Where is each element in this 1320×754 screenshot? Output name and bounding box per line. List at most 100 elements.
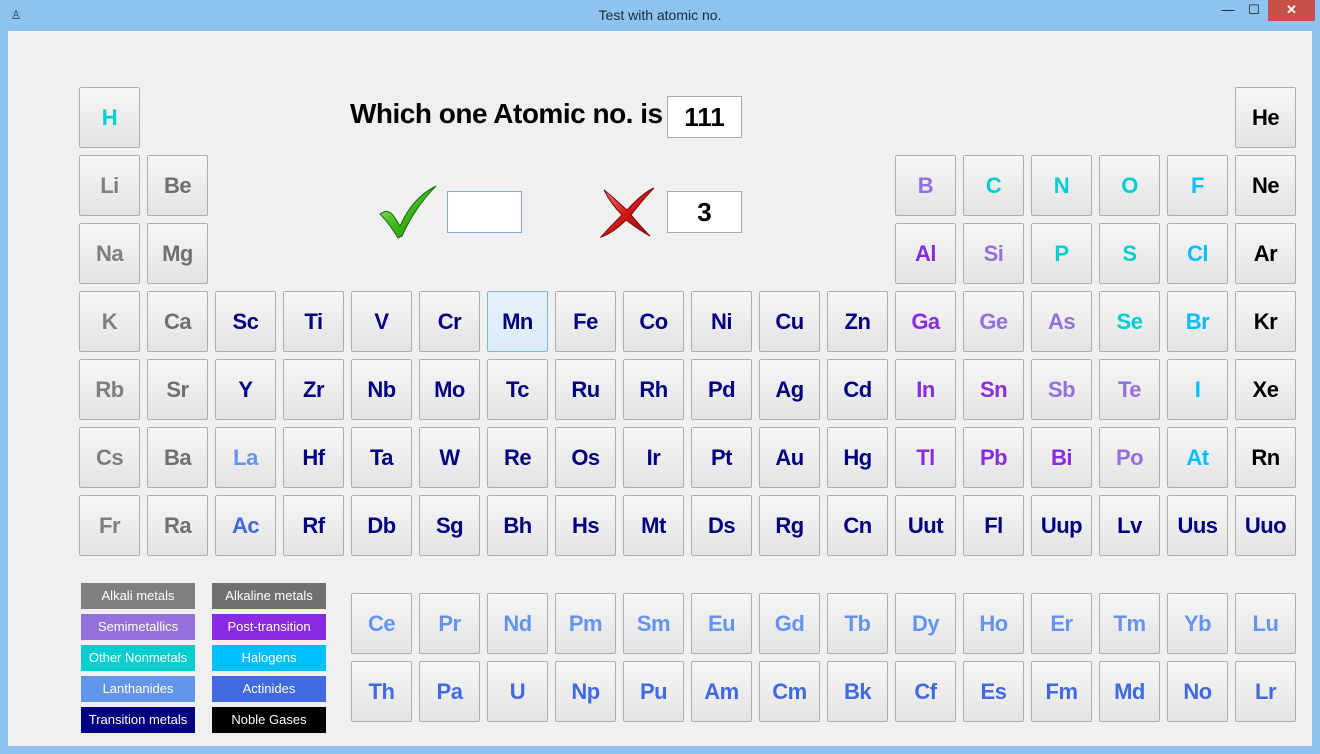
element-u-button[interactable]: U: [487, 661, 548, 722]
element-w-button[interactable]: W: [419, 427, 480, 488]
element-rb-button[interactable]: Rb: [79, 359, 140, 420]
element-fr-button[interactable]: Fr: [79, 495, 140, 556]
element-fm-button[interactable]: Fm: [1031, 661, 1092, 722]
element-dy-button[interactable]: Dy: [895, 593, 956, 654]
element-pa-button[interactable]: Pa: [419, 661, 480, 722]
element-zn-button[interactable]: Zn: [827, 291, 888, 352]
element-sc-button[interactable]: Sc: [215, 291, 276, 352]
element-tm-button[interactable]: Tm: [1099, 593, 1160, 654]
element-na-button[interactable]: Na: [79, 223, 140, 284]
element-hf-button[interactable]: Hf: [283, 427, 344, 488]
element-ag-button[interactable]: Ag: [759, 359, 820, 420]
element-gd-button[interactable]: Gd: [759, 593, 820, 654]
element-b-button[interactable]: B: [895, 155, 956, 216]
element-no-button[interactable]: No: [1167, 661, 1228, 722]
element-yb-button[interactable]: Yb: [1167, 593, 1228, 654]
element-cr-button[interactable]: Cr: [419, 291, 480, 352]
element-cf-button[interactable]: Cf: [895, 661, 956, 722]
element-tl-button[interactable]: Tl: [895, 427, 956, 488]
element-rg-button[interactable]: Rg: [759, 495, 820, 556]
element-mo-button[interactable]: Mo: [419, 359, 480, 420]
element-ce-button[interactable]: Ce: [351, 593, 412, 654]
element-ac-button[interactable]: Ac: [215, 495, 276, 556]
element-p-button[interactable]: P: [1031, 223, 1092, 284]
element-li-button[interactable]: Li: [79, 155, 140, 216]
element-er-button[interactable]: Er: [1031, 593, 1092, 654]
element-as-button[interactable]: As: [1031, 291, 1092, 352]
element-tb-button[interactable]: Tb: [827, 593, 888, 654]
element-pm-button[interactable]: Pm: [555, 593, 616, 654]
element-c-button[interactable]: C: [963, 155, 1024, 216]
element-k-button[interactable]: K: [79, 291, 140, 352]
element-bi-button[interactable]: Bi: [1031, 427, 1092, 488]
element-pt-button[interactable]: Pt: [691, 427, 752, 488]
element-ta-button[interactable]: Ta: [351, 427, 412, 488]
element-rf-button[interactable]: Rf: [283, 495, 344, 556]
element-fe-button[interactable]: Fe: [555, 291, 616, 352]
element-v-button[interactable]: V: [351, 291, 412, 352]
answer-input[interactable]: [447, 191, 522, 233]
element-uut-button[interactable]: Uut: [895, 495, 956, 556]
element-db-button[interactable]: Db: [351, 495, 412, 556]
element-hg-button[interactable]: Hg: [827, 427, 888, 488]
element-pr-button[interactable]: Pr: [419, 593, 480, 654]
element-f-button[interactable]: F: [1167, 155, 1228, 216]
element-re-button[interactable]: Re: [487, 427, 548, 488]
element-br-button[interactable]: Br: [1167, 291, 1228, 352]
element-es-button[interactable]: Es: [963, 661, 1024, 722]
element-hs-button[interactable]: Hs: [555, 495, 616, 556]
element-mg-button[interactable]: Mg: [147, 223, 208, 284]
element-fl-button[interactable]: Fl: [963, 495, 1024, 556]
element-zr-button[interactable]: Zr: [283, 359, 344, 420]
element-rh-button[interactable]: Rh: [623, 359, 684, 420]
element-he-button[interactable]: He: [1235, 87, 1296, 148]
element-la-button[interactable]: La: [215, 427, 276, 488]
element-ba-button[interactable]: Ba: [147, 427, 208, 488]
element-co-button[interactable]: Co: [623, 291, 684, 352]
element-cn-button[interactable]: Cn: [827, 495, 888, 556]
element-np-button[interactable]: Np: [555, 661, 616, 722]
element-cu-button[interactable]: Cu: [759, 291, 820, 352]
element-sg-button[interactable]: Sg: [419, 495, 480, 556]
element-si-button[interactable]: Si: [963, 223, 1024, 284]
maximize-button[interactable]: ☐: [1241, 0, 1267, 21]
element-th-button[interactable]: Th: [351, 661, 412, 722]
element-au-button[interactable]: Au: [759, 427, 820, 488]
close-button[interactable]: ✕: [1268, 0, 1315, 21]
element-at-button[interactable]: At: [1167, 427, 1228, 488]
element-ar-button[interactable]: Ar: [1235, 223, 1296, 284]
element-bk-button[interactable]: Bk: [827, 661, 888, 722]
element-os-button[interactable]: Os: [555, 427, 616, 488]
element-ra-button[interactable]: Ra: [147, 495, 208, 556]
element-ho-button[interactable]: Ho: [963, 593, 1024, 654]
element-ni-button[interactable]: Ni: [691, 291, 752, 352]
element-pd-button[interactable]: Pd: [691, 359, 752, 420]
element-lu-button[interactable]: Lu: [1235, 593, 1296, 654]
element-ne-button[interactable]: Ne: [1235, 155, 1296, 216]
element-sr-button[interactable]: Sr: [147, 359, 208, 420]
element-se-button[interactable]: Se: [1099, 291, 1160, 352]
element-nd-button[interactable]: Nd: [487, 593, 548, 654]
element-uup-button[interactable]: Uup: [1031, 495, 1092, 556]
element-uus-button[interactable]: Uus: [1167, 495, 1228, 556]
element-n-button[interactable]: N: [1031, 155, 1092, 216]
element-sb-button[interactable]: Sb: [1031, 359, 1092, 420]
element-be-button[interactable]: Be: [147, 155, 208, 216]
element-i-button[interactable]: I: [1167, 359, 1228, 420]
element-xe-button[interactable]: Xe: [1235, 359, 1296, 420]
element-mt-button[interactable]: Mt: [623, 495, 684, 556]
element-in-button[interactable]: In: [895, 359, 956, 420]
element-md-button[interactable]: Md: [1099, 661, 1160, 722]
element-sn-button[interactable]: Sn: [963, 359, 1024, 420]
element-bh-button[interactable]: Bh: [487, 495, 548, 556]
element-h-button[interactable]: H: [79, 87, 140, 148]
element-ge-button[interactable]: Ge: [963, 291, 1024, 352]
element-ga-button[interactable]: Ga: [895, 291, 956, 352]
element-uuo-button[interactable]: Uuo: [1235, 495, 1296, 556]
element-ds-button[interactable]: Ds: [691, 495, 752, 556]
element-cl-button[interactable]: Cl: [1167, 223, 1228, 284]
element-y-button[interactable]: Y: [215, 359, 276, 420]
element-kr-button[interactable]: Kr: [1235, 291, 1296, 352]
element-ru-button[interactable]: Ru: [555, 359, 616, 420]
element-nb-button[interactable]: Nb: [351, 359, 412, 420]
